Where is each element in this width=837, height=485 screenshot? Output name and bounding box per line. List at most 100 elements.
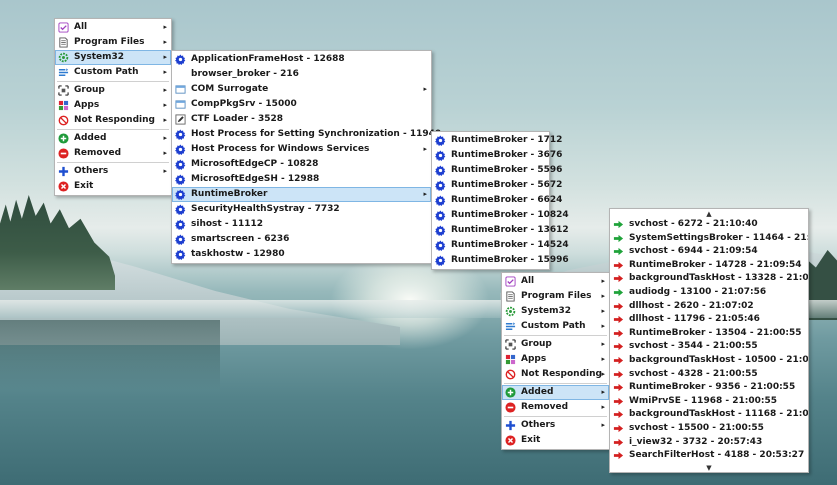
- process-item-host-process-for-setting-synchronization-11940[interactable]: Host Process for Setting Synchronization…: [172, 127, 441, 142]
- added-process-item[interactable]: dllhost - 11796 - 21:05:46: [610, 313, 808, 327]
- menu-item-label: RuntimeBroker - 14524: [451, 240, 569, 250]
- process-item-sihost-11112[interactable]: sihost - 11112: [172, 217, 431, 232]
- menu-item-label: RuntimeBroker - 5672: [451, 180, 563, 190]
- menu-item-label: svchost - 4328 - 21:00:55: [629, 368, 758, 379]
- menu-separator: [504, 335, 607, 336]
- plus-circle-icon: [58, 133, 69, 144]
- runtimebroker-item[interactable]: RuntimeBroker - 10824: [432, 208, 569, 223]
- added-process-item[interactable]: backgroundTaskHost - 10500 - 21:00:55: [610, 354, 808, 368]
- added-process-item[interactable]: RuntimeBroker - 9356 - 21:00:55: [610, 381, 808, 395]
- process-item-host-process-for-windows-services[interactable]: Host Process for Windows Services ▸: [172, 142, 431, 157]
- menu-item-others[interactable]: Others ▸: [55, 164, 171, 179]
- menu-item-all[interactable]: All ▸: [502, 274, 609, 289]
- process-item-microsoftedgesh-12988[interactable]: MicrosoftEdgeSH - 12988: [172, 172, 431, 187]
- menu-item-exit[interactable]: Exit: [55, 179, 171, 194]
- all-icon: [505, 276, 516, 287]
- menu-item-group[interactable]: Group ▸: [502, 337, 609, 352]
- document-icon: [58, 37, 69, 48]
- menu-item-label: Removed: [74, 148, 122, 158]
- submenu-arrow-icon: ▸: [163, 101, 167, 109]
- added-process-item[interactable]: svchost - 6272 - 21:10:40: [610, 218, 808, 232]
- runtimebroker-item[interactable]: RuntimeBroker - 1712: [432, 133, 562, 148]
- menu-item-label: All: [521, 276, 535, 286]
- process-item-browser-broker-216[interactable]: browser_broker - 216: [172, 67, 431, 82]
- added-process-item[interactable]: SearchFilterHost - 4188 - 20:53:27: [610, 449, 808, 463]
- menu-item-program-files[interactable]: Program Files ▸: [55, 35, 171, 50]
- menu-item-label: Others: [521, 420, 556, 430]
- red-arrow-icon: [613, 273, 624, 284]
- process-item-ctf-loader-3528[interactable]: CTF Loader - 3528: [172, 112, 431, 127]
- blue-gear-icon: [435, 225, 446, 236]
- process-item-runtimebroker[interactable]: RuntimeBroker ▸: [172, 187, 431, 202]
- menu-item-not-responding[interactable]: Not Responding ▸: [502, 367, 609, 382]
- process-item-taskhostw-12980[interactable]: taskhostw - 12980: [172, 247, 431, 262]
- added-process-item[interactable]: svchost - 15500 - 21:00:55: [610, 422, 808, 436]
- prohibited-icon: [505, 369, 516, 380]
- process-item-com-surrogate[interactable]: COM Surrogate ▸: [172, 82, 431, 97]
- added-process-item[interactable]: backgroundTaskHost - 11168 - 21:00:55: [610, 408, 808, 422]
- added-process-item[interactable]: backgroundTaskHost - 13328 - 21:09:54: [610, 272, 808, 286]
- runtimebroker-item[interactable]: RuntimeBroker - 5672: [432, 178, 562, 193]
- runtimebroker-item[interactable]: RuntimeBroker - 14524: [432, 238, 569, 253]
- menu-item-system32[interactable]: System32 ▸: [55, 50, 171, 65]
- menu-item-others[interactable]: Others ▸: [502, 418, 609, 433]
- menu-item-apps[interactable]: Apps ▸: [502, 352, 609, 367]
- exit-icon: [505, 435, 516, 446]
- added-process-item[interactable]: audiodg - 13100 - 21:07:56: [610, 286, 808, 300]
- menu-item-group[interactable]: Group ▸: [55, 83, 171, 98]
- menu-item-label: MicrosoftEdgeSH - 12988: [191, 174, 320, 184]
- runtimebroker-item[interactable]: RuntimeBroker - 5596: [432, 163, 562, 178]
- menu-item-label: Program Files: [521, 291, 592, 301]
- menu-item-custom-path[interactable]: Custom Path ▸: [55, 65, 171, 80]
- added-process-item[interactable]: SystemSettingsBroker - 11464 - 21:10:40: [610, 232, 808, 246]
- blue-gear-icon: [435, 135, 446, 146]
- menu-item-exit[interactable]: Exit: [502, 433, 609, 448]
- added-process-item[interactable]: i_view32 - 3732 - 20:57:43: [610, 436, 808, 450]
- window-icon: [175, 99, 186, 110]
- submenu-arrow-icon: ▸: [163, 149, 167, 157]
- menu-item-not-responding[interactable]: Not Responding ▸: [55, 113, 171, 128]
- scroll-up-arrow[interactable]: ▲: [610, 210, 808, 218]
- menu-item-label: RuntimeBroker - 5596: [451, 165, 563, 175]
- process-item-applicationframehost-12688[interactable]: ApplicationFrameHost - 12688: [172, 52, 431, 67]
- document-icon: [505, 291, 516, 302]
- added-process-item[interactable]: WmiPrvSE - 11968 - 21:00:55: [610, 395, 808, 409]
- added-process-item[interactable]: svchost - 4328 - 21:00:55: [610, 368, 808, 382]
- red-arrow-icon: [613, 260, 624, 271]
- process-item-microsoftedgecp-10828[interactable]: MicrosoftEdgeCP - 10828: [172, 157, 431, 172]
- runtimebroker-item[interactable]: RuntimeBroker - 15996: [432, 253, 569, 268]
- process-item-securityhealthsystray-7732[interactable]: SecurityHealthSystray - 7732: [172, 202, 431, 217]
- menu-item-all[interactable]: All ▸: [55, 20, 171, 35]
- menu-item-added[interactable]: Added ▸: [55, 131, 171, 146]
- added-process-item[interactable]: RuntimeBroker - 14728 - 21:09:54: [610, 259, 808, 273]
- runtimebroker-item[interactable]: RuntimeBroker - 13612: [432, 223, 569, 238]
- added-process-item[interactable]: dllhost - 2620 - 21:07:02: [610, 300, 808, 314]
- menu-item-label: svchost - 15500 - 21:00:55: [629, 422, 764, 433]
- menu-item-custom-path[interactable]: Custom Path ▸: [502, 319, 609, 334]
- blue-gear-icon: [435, 240, 446, 251]
- menu-item-removed[interactable]: Removed ▸: [55, 146, 171, 161]
- menu-item-removed[interactable]: Removed ▸: [502, 400, 609, 415]
- menu-item-apps[interactable]: Apps ▸: [55, 98, 171, 113]
- menu-item-label: RuntimeBroker - 6624: [451, 195, 563, 205]
- menu-item-program-files[interactable]: Program Files ▸: [502, 289, 609, 304]
- process-item-smartscreen-6236[interactable]: smartscreen - 6236: [172, 232, 431, 247]
- plus-circle-icon: [505, 387, 516, 398]
- added-process-item[interactable]: svchost - 3544 - 21:00:55: [610, 340, 808, 354]
- process-item-comppkgsrv-15000[interactable]: CompPkgSrv - 15000: [172, 97, 431, 112]
- runtimebroker-item[interactable]: RuntimeBroker - 3676: [432, 148, 562, 163]
- window-icon: [175, 84, 186, 95]
- menu-item-label: Others: [74, 166, 109, 176]
- scroll-down-arrow[interactable]: ▼: [610, 464, 808, 472]
- submenu-arrow-icon: ▸: [163, 134, 167, 142]
- menu-item-label: Not Responding: [74, 115, 155, 125]
- menu-separator: [57, 129, 169, 130]
- runtimebroker-item[interactable]: RuntimeBroker - 6624: [432, 193, 562, 208]
- added-process-item[interactable]: svchost - 6944 - 21:09:54: [610, 245, 808, 259]
- added-process-item[interactable]: RuntimeBroker - 13504 - 21:00:55: [610, 327, 808, 341]
- submenu-arrow-icon: ▸: [601, 322, 605, 330]
- green-arrow-icon: [613, 287, 624, 298]
- menu-item-label: RuntimeBroker: [191, 189, 268, 199]
- menu-item-added[interactable]: Added ▸: [502, 385, 609, 400]
- menu-item-system32[interactable]: System32 ▸: [502, 304, 609, 319]
